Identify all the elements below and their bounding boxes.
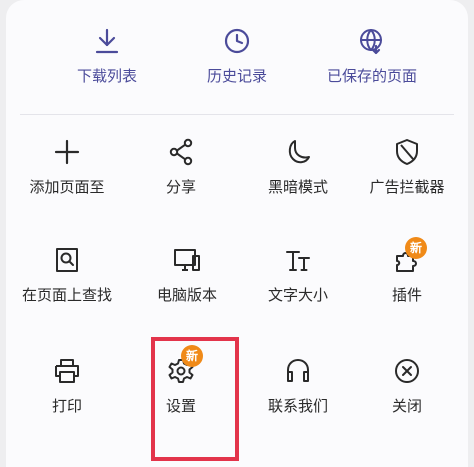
menu-item-history[interactable]: 历史记录: [179, 26, 295, 87]
menu-item-share[interactable]: 分享: [123, 137, 239, 198]
menu-item-add-page[interactable]: 添加页面至: [9, 137, 125, 198]
menu-item-dark-mode[interactable]: 黑暗模式: [240, 137, 356, 198]
menu-item-label: 电脑版本: [156, 286, 217, 304]
menu-item-print[interactable]: 打印: [9, 356, 125, 417]
menu-item-label: 添加页面至: [29, 178, 105, 196]
menu-item-label: 关闭: [391, 397, 422, 415]
menu-item-desktop-version[interactable]: 电脑版本: [129, 245, 245, 306]
divider: [20, 114, 454, 115]
menu-item-label: 下载列表: [76, 67, 137, 85]
settings-highlight-frame: [151, 337, 239, 461]
menu-item-label: 已保存的页面: [326, 67, 417, 85]
menu-item-downloads[interactable]: 下载列表: [49, 26, 165, 87]
menu-item-contact-us[interactable]: 联系我们: [240, 356, 356, 417]
headset-icon: [283, 356, 313, 386]
menu-item-find-in-page[interactable]: 在页面上查找: [9, 245, 125, 306]
text-size-icon: [283, 245, 313, 275]
menu-item-label: 在页面上查找: [21, 286, 112, 304]
menu-item-label: 分享: [165, 178, 196, 196]
shield-icon: [392, 137, 422, 167]
menu-item-label: 文字大小: [267, 286, 328, 304]
menu-item-label: 历史记录: [206, 67, 267, 85]
menu-item-plugins[interactable]: 新 插件: [349, 237, 465, 306]
menu-item-saved-pages[interactable]: 已保存的页面: [314, 26, 430, 87]
menu-item-label: 黑暗模式: [267, 178, 328, 196]
menu-item-close[interactable]: 关闭: [349, 356, 465, 417]
clock-icon: [222, 26, 252, 56]
download-icon: [92, 26, 122, 56]
moon-icon: [283, 137, 313, 167]
browser-menu-panel: 下载列表 历史记录 已保存的页面 添加页面至 分享 黑暗模式 广告拦截器 在页面…: [6, 0, 468, 467]
new-badge: 新: [405, 237, 427, 259]
find-in-page-icon: [52, 245, 82, 275]
share-icon: [166, 137, 196, 167]
menu-item-text-size[interactable]: 文字大小: [240, 245, 356, 306]
printer-icon: [52, 356, 82, 386]
plus-icon: [52, 137, 82, 167]
desktop-icon: [172, 245, 202, 275]
menu-item-label: 打印: [51, 397, 82, 415]
menu-item-label: 联系我们: [267, 397, 328, 415]
menu-item-label: 插件: [391, 286, 422, 304]
close-circle-icon: [392, 356, 422, 386]
menu-item-ad-blocker[interactable]: 广告拦截器: [349, 137, 465, 198]
saved-page-globe-icon: [357, 26, 387, 56]
puzzle-icon: 新: [392, 237, 427, 275]
menu-item-label: 广告拦截器: [369, 178, 445, 196]
